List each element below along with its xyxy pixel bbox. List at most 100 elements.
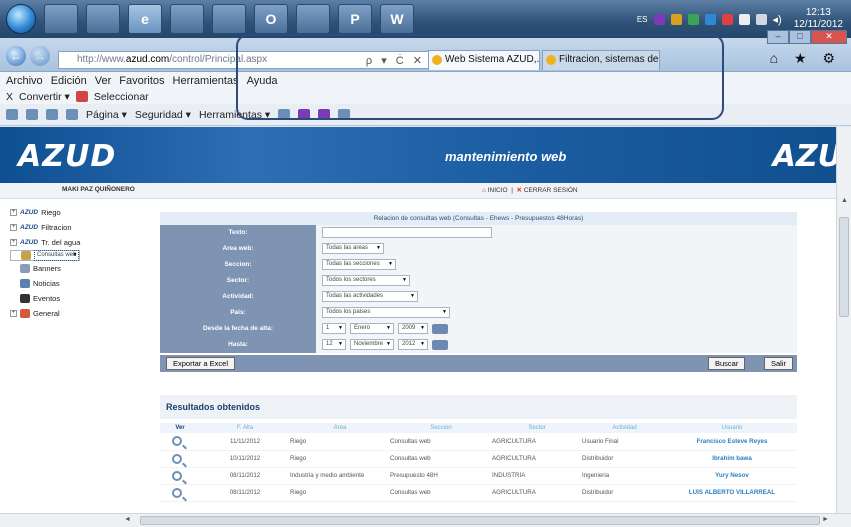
language-indicator[interactable]: ES	[637, 15, 648, 24]
buscar-button[interactable]: Buscar	[708, 357, 746, 370]
col-seccion[interactable]: Seccion	[390, 423, 492, 433]
filter-row-hasta: Hasta: 12 Noviembre 2012	[160, 336, 797, 353]
col-ver: Ver	[160, 423, 200, 433]
expand-icon[interactable]: +	[10, 209, 17, 216]
taskbar-app-ie[interactable]: e	[128, 4, 162, 34]
calendar-icon[interactable]	[432, 339, 448, 350]
horizontal-scroll-thumb[interactable]	[140, 516, 820, 525]
calendar-icon[interactable]	[432, 323, 448, 334]
home-icon[interactable]	[6, 109, 18, 120]
view-magnifier-icon[interactable]	[172, 436, 182, 447]
tree-item-consultas-web[interactable]: Consultas web	[10, 250, 81, 261]
scroll-up-icon[interactable]: ▲	[841, 197, 848, 204]
menu-herramientas[interactable]: Herramientas	[173, 75, 239, 87]
maximize-button[interactable]: □	[789, 30, 811, 44]
close-bar-button[interactable]: X	[6, 91, 13, 103]
taskbar-app-outlook[interactable]: O	[254, 4, 288, 34]
hasta-month-select[interactable]: Noviembre	[350, 339, 394, 350]
network-icon[interactable]	[755, 13, 767, 25]
col-sector[interactable]: Sector	[492, 423, 582, 433]
close-button[interactable]: ✕	[811, 30, 847, 44]
col-actividad[interactable]: Actividad	[582, 423, 667, 433]
browser-right-icons[interactable]: ⌂ ★ ⚙	[770, 50, 841, 67]
cell-usuario[interactable]: Ibrahim bawa	[667, 450, 797, 468]
hasta-day-select[interactable]: 12	[322, 339, 346, 350]
forward-button[interactable]: →	[30, 46, 50, 66]
expand-icon[interactable]: +	[10, 310, 17, 317]
clock[interactable]: 12:13 12/11/2012	[794, 7, 843, 31]
mail-icon[interactable]	[46, 109, 58, 120]
filter-row-pais: Pais: Todos los paises	[160, 304, 797, 321]
taskbar-app-folder[interactable]	[86, 4, 120, 34]
pais-select[interactable]: Todos los paises	[322, 307, 450, 318]
table-row: 11/11/2012 Riego Consultas web AGRICULTU…	[160, 433, 797, 451]
menu-ver[interactable]: Ver	[95, 75, 112, 87]
menu-archivo[interactable]: Archivo	[6, 75, 43, 87]
print-icon[interactable]	[66, 109, 78, 120]
texto-input[interactable]	[322, 227, 492, 238]
tree-item-tr-agua[interactable]: + AZUD Tr. del agua	[10, 235, 80, 250]
view-magnifier-icon[interactable]	[172, 487, 182, 498]
view-magnifier-icon[interactable]	[172, 470, 182, 481]
feeds-icon[interactable]	[26, 109, 38, 120]
area-select[interactable]: Todas las areas	[322, 243, 384, 254]
desde-month-select[interactable]: Enero	[350, 323, 394, 334]
vertical-scroll-thumb[interactable]	[839, 217, 849, 317]
salir-button[interactable]: Salir	[764, 357, 794, 370]
col-f-alta[interactable]: F. Alta	[200, 423, 290, 433]
scroll-left-icon[interactable]: ◄	[124, 516, 131, 523]
taskbar-app-powerpoint[interactable]: P	[338, 4, 372, 34]
volume-icon[interactable]: ◂)	[773, 13, 782, 26]
minimize-button[interactable]: –	[767, 30, 789, 44]
taskbar-app-explorer[interactable]	[44, 4, 78, 34]
actividad-select[interactable]: Todas las actividades	[322, 291, 418, 302]
tray-icon-5[interactable]	[721, 13, 733, 25]
start-button[interactable]	[6, 4, 36, 34]
seguridad-menu[interactable]: Seguridad ▾	[135, 109, 191, 121]
tray-icon-1[interactable]	[653, 13, 665, 25]
taskbar-app-pdf[interactable]	[212, 4, 246, 34]
cell-usuario[interactable]: Yury Nesov	[667, 467, 797, 485]
cell-f-alta: 08/11/2012	[200, 467, 290, 485]
hasta-year-select[interactable]: 2012	[398, 339, 428, 350]
seleccionar-button[interactable]: Seleccionar	[94, 91, 149, 103]
calendar-icon	[20, 294, 30, 303]
tray-icon-3[interactable]	[687, 13, 699, 25]
taskbar-app-firefox[interactable]	[296, 4, 330, 34]
back-button[interactable]: ←	[6, 46, 26, 66]
cell-usuario[interactable]: LUIS ALBERTO VILLARREAL	[667, 484, 797, 502]
tree-item-filtracion[interactable]: + AZUD Filtracion	[10, 220, 80, 235]
tree-item-general[interactable]: + General	[10, 306, 80, 321]
expand-icon[interactable]: +	[10, 239, 17, 246]
col-usuario[interactable]: Usuario	[667, 423, 797, 433]
filter-label: Sector:	[160, 272, 316, 289]
tray-icon-4[interactable]	[704, 13, 716, 25]
tree-item-noticias[interactable]: Noticias	[10, 276, 80, 291]
sector-select[interactable]: Todos los sectores	[322, 275, 410, 286]
view-magnifier-icon[interactable]	[172, 453, 182, 464]
scroll-right-icon[interactable]: ►	[822, 516, 829, 523]
azud-logo[interactable]: AZUD	[18, 139, 116, 174]
seccion-select[interactable]: Todas las secciones	[322, 259, 396, 270]
cerrar-sesion-link[interactable]: CERRAR SESIÓN	[524, 187, 578, 194]
horizontal-scrollbar[interactable]: ◄ ►	[0, 513, 851, 527]
vertical-scrollbar[interactable]: ▲	[836, 127, 851, 513]
desde-day-select[interactable]: 1	[322, 323, 346, 334]
taskbar-app-word[interactable]: W	[380, 4, 414, 34]
desde-year-select[interactable]: 2009	[398, 323, 428, 334]
tree-item-eventos[interactable]: Eventos	[10, 291, 80, 306]
convertir-button[interactable]: Convertir ▾	[19, 91, 70, 103]
expand-icon[interactable]: +	[10, 224, 17, 231]
taskbar-app-user[interactable]	[170, 4, 204, 34]
cell-usuario[interactable]: Francisco Esteve Reyes	[667, 433, 797, 451]
inicio-link[interactable]: INICIO	[488, 187, 508, 194]
tray-icon-2[interactable]	[670, 13, 682, 25]
flag-icon[interactable]	[738, 13, 750, 25]
pagina-menu[interactable]: Página ▾	[86, 109, 127, 121]
menu-favoritos[interactable]: Favoritos	[119, 75, 164, 87]
export-excel-button[interactable]: Exportar a Excel	[166, 357, 236, 370]
tree-item-banners[interactable]: Banners	[10, 261, 80, 276]
col-area[interactable]: Area	[290, 423, 390, 433]
tree-item-riego[interactable]: + AZUD Riego	[10, 205, 80, 220]
menu-edicion[interactable]: Edición	[51, 75, 87, 87]
